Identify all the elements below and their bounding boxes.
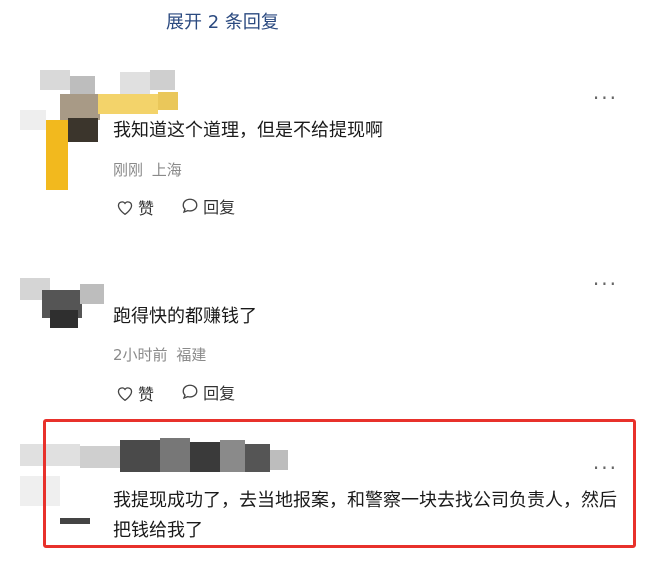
more-options-button[interactable]: ···: [593, 86, 618, 110]
comment-meta: 刚刚 上海: [113, 159, 182, 180]
like-button[interactable]: 赞: [116, 381, 154, 405]
comment-actions: 赞 回复: [116, 194, 257, 219]
comment-actions: 赞 回复: [116, 380, 257, 405]
more-options-button[interactable]: ···: [593, 272, 618, 296]
comment-time: 2小时前: [113, 346, 168, 364]
comment-location: 福建: [176, 346, 207, 364]
heart-icon: [117, 201, 133, 215]
like-label: 赞: [138, 385, 155, 404]
reply-button[interactable]: 回复: [181, 194, 235, 218]
reply-label: 回复: [203, 198, 236, 217]
comment-text: 跑得快的都赚钱了: [113, 306, 257, 327]
avatar-blurred: [20, 266, 110, 330]
reply-button[interactable]: 回复: [181, 380, 235, 404]
expand-replies-link[interactable]: 展开 2 条回复: [166, 8, 279, 34]
comment-location: 上海: [151, 161, 182, 179]
heart-icon: [117, 387, 133, 401]
highlight-box: [43, 419, 636, 548]
comment-time: 刚刚: [113, 161, 144, 179]
reply-label: 回复: [203, 384, 236, 403]
comment-meta: 2小时前 福建: [113, 344, 206, 365]
like-label: 赞: [138, 199, 155, 218]
speech-bubble-icon: [182, 198, 198, 214]
speech-bubble-icon: [182, 384, 198, 400]
like-button[interactable]: 赞: [116, 195, 154, 219]
comment-text: 我知道这个道理，但是不给提现啊: [113, 120, 383, 141]
